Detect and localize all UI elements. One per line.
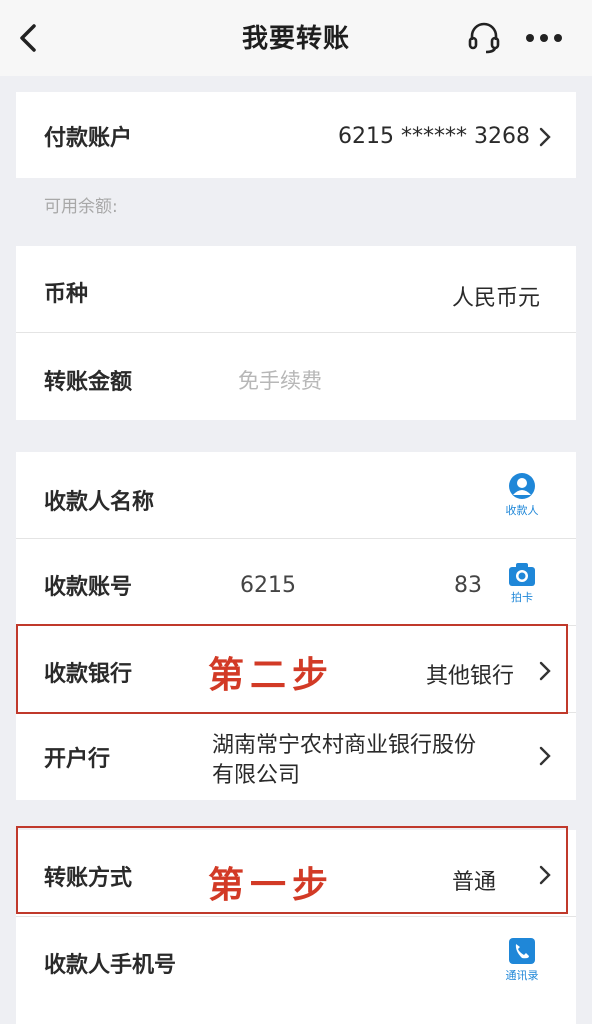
branch-row[interactable]: 开户行 湖南常宁农村商业银行股份 有限公司 <box>16 713 576 800</box>
payee-name-label: 收款人名称 <box>44 490 155 515</box>
chevron-right-icon <box>538 126 552 148</box>
available-balance-hint: 可用余额: <box>44 197 118 217</box>
branch-value-line1: 湖南常宁农村商业银行股份 <box>212 733 477 758</box>
branch-label: 开户行 <box>44 747 111 772</box>
top-nav-bar: 我要转账 <box>0 0 592 76</box>
amount-input[interactable]: 免手续费 <box>238 365 322 395</box>
page-title: 我要转账 <box>241 24 350 54</box>
amount-label: 转账金额 <box>44 370 133 395</box>
chevron-right-icon <box>538 745 552 767</box>
payee-account-label: 收款账号 <box>44 575 133 600</box>
headset-icon[interactable] <box>466 20 502 56</box>
payee-account-row[interactable]: 收款账号 6215 836 拍卡 <box>16 539 576 625</box>
currency-row[interactable]: 币种 人民币元 <box>16 246 576 332</box>
payment-account-label: 付款账户 <box>44 126 133 151</box>
payee-phone-label: 收款人手机号 <box>44 953 177 978</box>
branch-value-line2: 有限公司 <box>212 763 301 788</box>
payee-account-value-left: 6215 <box>240 573 296 598</box>
currency-value: 人民币元 <box>452 286 541 311</box>
payee-name-row[interactable]: 收款人名称 收款人 <box>16 452 576 538</box>
address-book-button[interactable]: 通讯录 <box>492 937 552 983</box>
scan-card-caption: 拍卡 <box>511 591 533 604</box>
phone-icon <box>509 938 535 964</box>
payee-phone-row[interactable]: 收款人手机号 通讯录 <box>16 917 576 1003</box>
payment-account-card[interactable]: 付款账户 6215 ****** 3268 <box>16 92 576 178</box>
address-book-caption: 通讯录 <box>505 969 539 982</box>
person-icon <box>509 473 535 499</box>
camera-icon <box>509 563 535 586</box>
currency-label: 币种 <box>44 282 89 307</box>
contact-picker-button[interactable]: 收款人 <box>492 472 552 518</box>
payee-account-value-right: 836 <box>454 573 482 598</box>
step-two-annotation: 第二步 <box>208 654 335 696</box>
payment-account-number: 6215 ****** 3268 <box>338 124 530 149</box>
amount-row[interactable]: 转账金额 免手续费 <box>16 333 576 420</box>
contact-picker-caption: 收款人 <box>505 504 539 517</box>
step-one-annotation: 第一步 <box>208 864 335 906</box>
more-dots-icon[interactable] <box>522 20 566 56</box>
scan-card-button[interactable]: 拍卡 <box>492 561 552 605</box>
